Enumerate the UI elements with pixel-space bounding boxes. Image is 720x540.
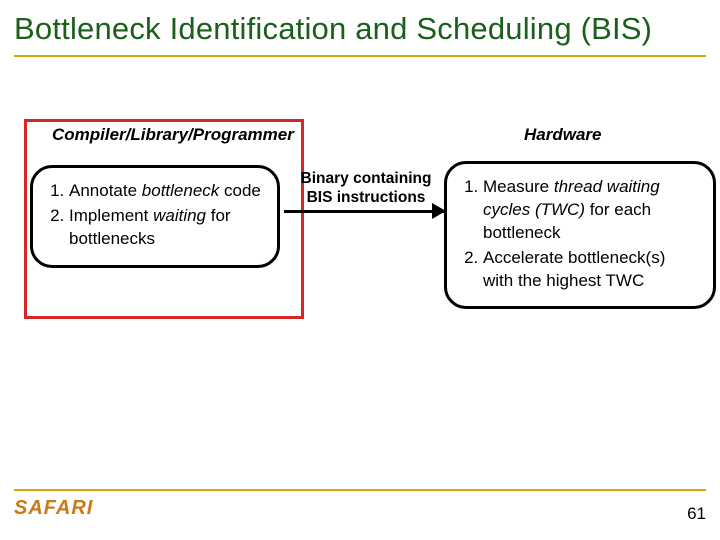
list-item: Annotate bottleneck code [69, 180, 263, 203]
brand-logo: SAFARI [14, 497, 706, 520]
text: Implement [69, 206, 153, 225]
footer-rule [14, 489, 706, 491]
text: Annotate [69, 181, 142, 200]
arrow-icon [284, 210, 444, 213]
emphasis: waiting [153, 206, 206, 225]
text: BIS instructions [307, 189, 426, 206]
slide-title: Bottleneck Identification and Scheduling… [14, 10, 706, 49]
text: code [219, 181, 261, 200]
hardware-steps: Measure thread waiting cycles (TWC) for … [461, 176, 699, 293]
list-item: Measure thread waiting cycles (TWC) for … [483, 176, 699, 245]
text: Measure [483, 177, 554, 196]
emphasis: bottleneck [142, 181, 220, 200]
list-item: Implement waiting for bottlenecks [69, 205, 263, 251]
diagram: Compiler/Library/Programmer Hardware Ann… [14, 125, 706, 335]
text: Binary containing [301, 170, 432, 187]
title-rule [14, 55, 706, 57]
list-item: Accelerate bottleneck(s) with the highes… [483, 247, 699, 293]
hardware-box: Measure thread waiting cycles (TWC) for … [444, 161, 716, 310]
compiler-box: Annotate bottleneck code Implement waiti… [30, 165, 280, 268]
slide: Bottleneck Identification and Scheduling… [0, 0, 720, 540]
column-label-right: Hardware [524, 125, 601, 145]
compiler-steps: Annotate bottleneck code Implement waiti… [47, 180, 263, 251]
arrow-block: Binary containing BIS instructions [284, 169, 448, 213]
page-number: 61 [687, 504, 706, 524]
footer: SAFARI 61 [14, 489, 706, 520]
arrow-label: Binary containing BIS instructions [284, 169, 448, 208]
